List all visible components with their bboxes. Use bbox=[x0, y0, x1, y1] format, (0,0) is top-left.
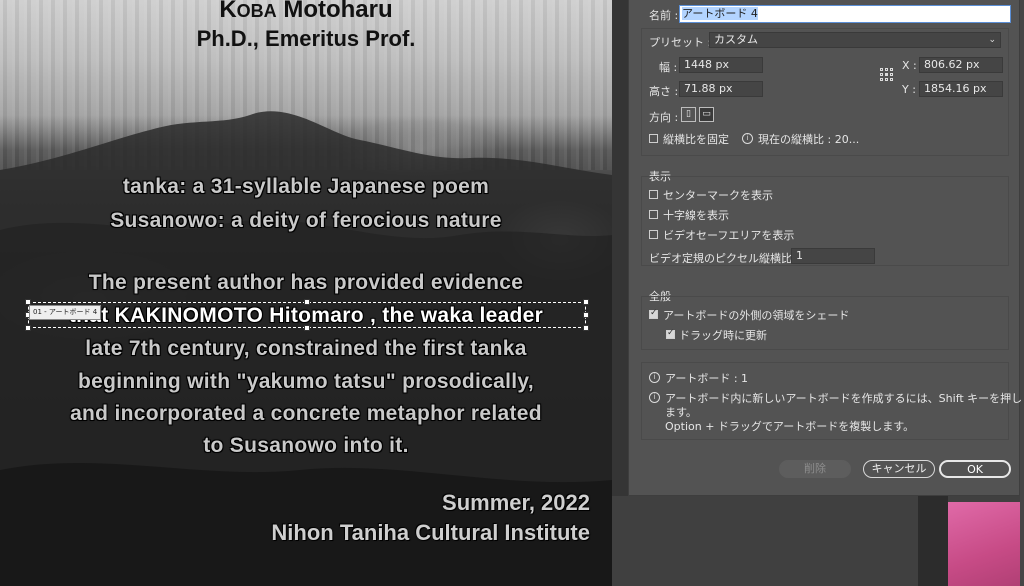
resize-handle[interactable] bbox=[583, 325, 589, 331]
shade-outside-label: アートボードの外側の領域をシェード bbox=[663, 309, 850, 322]
artboard-name-input[interactable]: アートボード 4 bbox=[679, 5, 1011, 23]
author-smallcaps: OBA bbox=[236, 1, 277, 21]
update-drag-label: ドラッグ時に更新 bbox=[679, 329, 767, 342]
video-safe-label: ビデオセーフエリアを表示 bbox=[663, 229, 795, 242]
resize-handle[interactable] bbox=[583, 299, 589, 305]
canvas-gutter bbox=[612, 0, 628, 496]
video-ratio-label: ビデオ定規のピクセル縦横比 : bbox=[649, 252, 800, 265]
author-title: Ph.D., Emeritus Prof. bbox=[196, 26, 416, 51]
delete-button[interactable]: 削除 bbox=[779, 460, 851, 478]
current-ratio-label: 現在の縦横比 : 20... bbox=[758, 133, 860, 146]
body-line: late 7th century, constrained the first … bbox=[85, 337, 527, 360]
body-line: beginning with "yakumo tatsu" prosodical… bbox=[78, 370, 534, 393]
date-line: Summer, 2022 bbox=[442, 490, 590, 515]
width-label: 幅 : bbox=[659, 61, 678, 74]
lock-ratio-label: 縦横比を固定 bbox=[663, 133, 729, 146]
window-edge bbox=[1020, 0, 1024, 586]
tip-text: Option + ドラッグでアートボードを複製します。 bbox=[665, 420, 915, 433]
video-ratio-field[interactable]: 1 bbox=[791, 248, 875, 264]
artboard-name-tag[interactable]: 01 - アートボード 4 bbox=[29, 305, 102, 320]
crosshairs-checkbox[interactable] bbox=[649, 210, 658, 219]
info-icon: i bbox=[649, 372, 660, 383]
video-safe-checkbox[interactable] bbox=[649, 230, 658, 239]
preset-label: プリセット : bbox=[649, 36, 712, 49]
x-field[interactable]: 806.62 px bbox=[919, 57, 1003, 73]
ok-button[interactable]: OK bbox=[939, 460, 1011, 478]
y-field[interactable]: 1854.16 px bbox=[919, 81, 1003, 97]
institute-line: Nihon Taniha Cultural Institute bbox=[271, 520, 590, 545]
name-label: 名前 : bbox=[649, 9, 679, 22]
chevron-down-icon: ⌄ bbox=[988, 35, 996, 45]
shade-outside-checkbox[interactable] bbox=[649, 308, 658, 319]
artboard-count: アートボード : 1 bbox=[665, 372, 749, 385]
body-line: The present author has provided evidence bbox=[88, 271, 524, 294]
y-label: Y : bbox=[902, 83, 916, 96]
crosshairs-label: 十字線を表示 bbox=[663, 209, 729, 222]
reference-point-icon[interactable] bbox=[880, 68, 893, 81]
artwork-canvas[interactable]: KOBA Motoharu Ph.D., Emeritus Prof. tank… bbox=[0, 0, 612, 586]
author-initial: K bbox=[219, 0, 237, 23]
body-line: to Susanowo into it. bbox=[203, 434, 409, 457]
tip-text: アートボード内に新しいアートボードを作成するには、Shift キーを押し bbox=[665, 392, 1023, 405]
preset-value: カスタム bbox=[714, 33, 758, 46]
resize-handle[interactable] bbox=[583, 312, 589, 318]
panel-divider bbox=[918, 496, 948, 586]
x-label: X : bbox=[902, 59, 917, 72]
landscape-orientation-icon[interactable]: ▭ bbox=[699, 107, 714, 122]
width-field[interactable]: 1448 px bbox=[679, 57, 763, 73]
artboard-options-dialog: 名前 : アートボード 4 プリセット : カスタム ⌄ 幅 : 1448 px… bbox=[628, 0, 1023, 496]
name-selected-text: アートボード 4 bbox=[682, 7, 758, 20]
cancel-button[interactable]: キャンセル bbox=[863, 460, 935, 478]
orientation-label: 方向 : bbox=[649, 111, 679, 124]
height-field[interactable]: 71.88 px bbox=[679, 81, 763, 97]
center-mark-checkbox[interactable] bbox=[649, 190, 658, 199]
center-mark-label: センターマークを表示 bbox=[663, 189, 773, 202]
info-icon: i bbox=[742, 133, 753, 144]
resize-handle[interactable] bbox=[25, 325, 31, 331]
author-given-name: Motoharu bbox=[276, 0, 393, 23]
resize-handle[interactable] bbox=[304, 325, 310, 331]
lock-ratio-checkbox[interactable] bbox=[649, 134, 658, 143]
preset-dropdown[interactable]: カスタム ⌄ bbox=[709, 32, 1001, 48]
definition-line: Susanowo: a deity of ferocious nature bbox=[110, 209, 502, 232]
resize-handle[interactable] bbox=[304, 299, 310, 305]
body-line: and incorporated a concrete metaphor rel… bbox=[70, 402, 542, 425]
update-drag-checkbox[interactable] bbox=[666, 328, 675, 339]
height-label: 高さ : bbox=[649, 85, 679, 98]
color-preview-swatch bbox=[948, 502, 1024, 586]
definition-line: tanka: a 31-syllable Japanese poem bbox=[122, 175, 490, 198]
portrait-orientation-icon[interactable]: ▯ bbox=[681, 107, 696, 122]
author-name: KOBA Motoharu bbox=[0, 0, 612, 24]
info-icon: i bbox=[649, 392, 660, 403]
